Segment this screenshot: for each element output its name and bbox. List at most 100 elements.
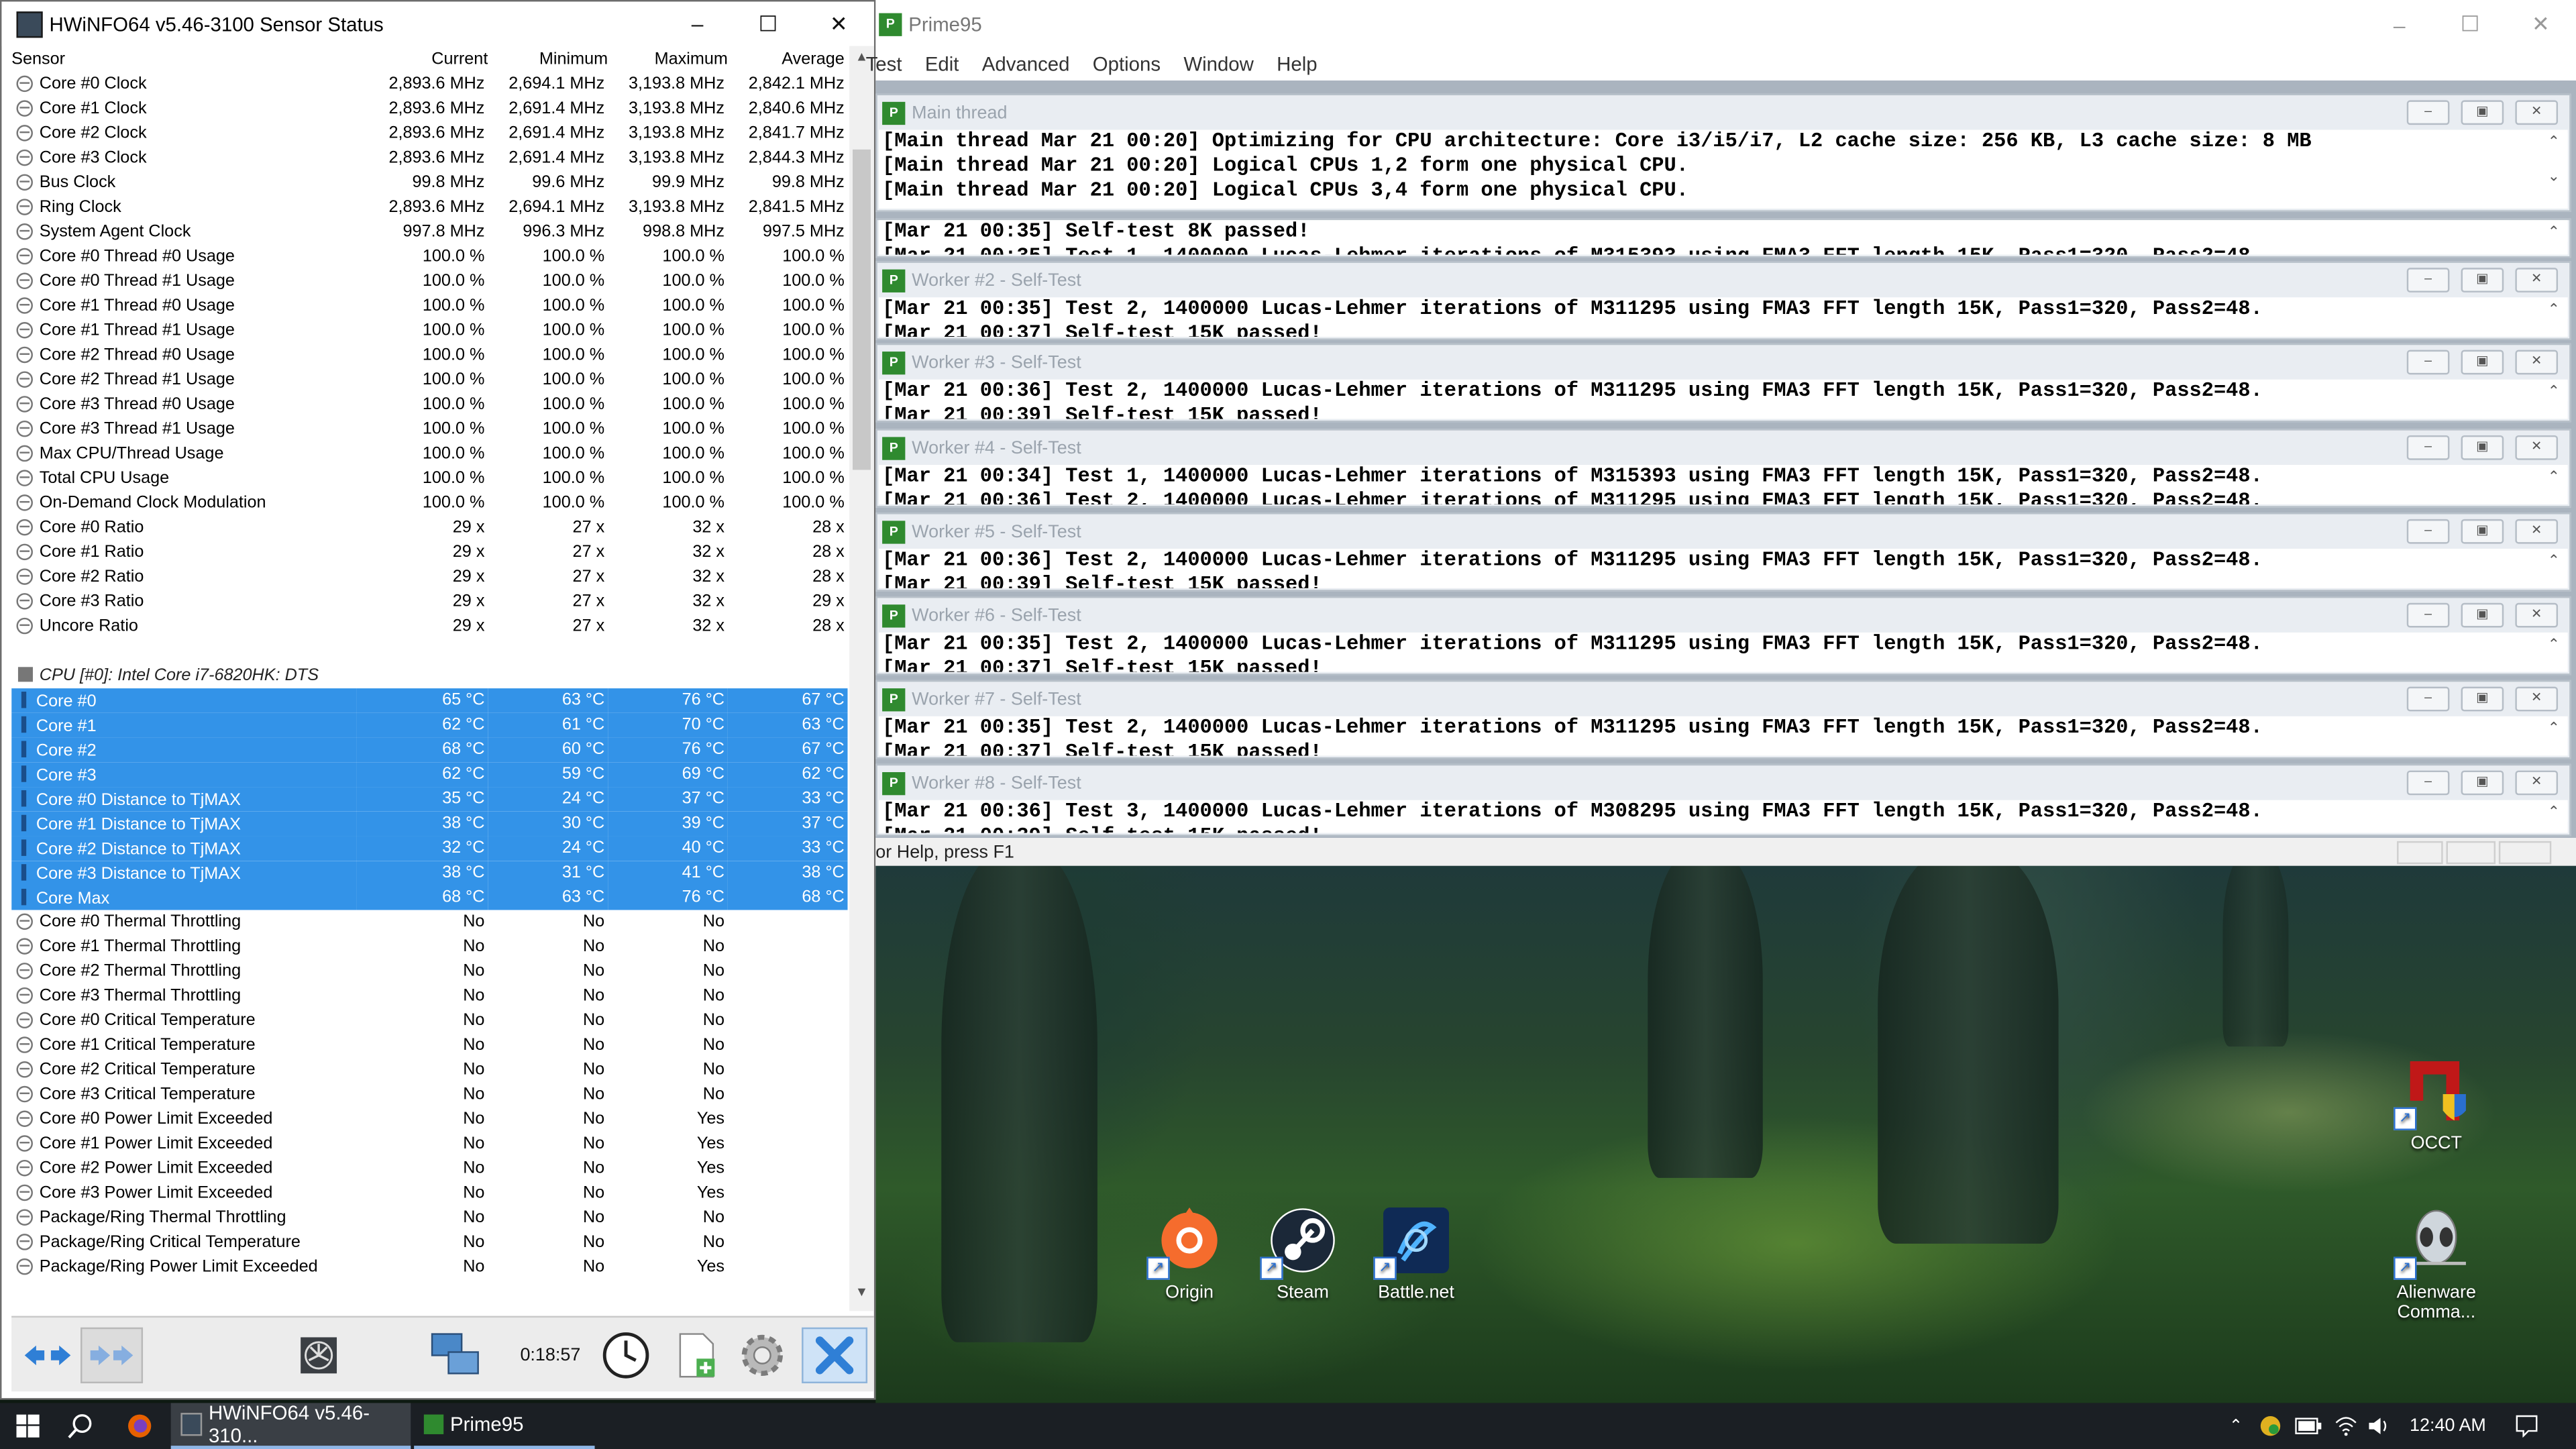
sensor-row[interactable]: Package/Ring Critical Temperature No No No bbox=[11, 1230, 848, 1255]
sensor-row[interactable]: Core #1 Thermal Throttling No No No bbox=[11, 934, 848, 959]
close-icon[interactable]: ✕ bbox=[2515, 100, 2559, 125]
sensor-row[interactable]: Core #2 Ratio 29 x 27 x 32 x 28 x bbox=[11, 565, 848, 590]
scroll-arrows-icon[interactable]: ⌃ bbox=[2540, 301, 2568, 319]
log-output[interactable]: [Main thread Mar 21 00:20] Optimizing fo… bbox=[879, 129, 2568, 209]
scroll-arrows-icon[interactable]: ⌃ bbox=[2540, 719, 2568, 738]
column-header[interactable]: Minimum bbox=[488, 46, 608, 72]
maximize-icon[interactable]: ☐ bbox=[2434, 3, 2505, 47]
minimize-icon[interactable]: – bbox=[2406, 770, 2450, 796]
close-icon[interactable]: ✕ bbox=[804, 1, 874, 46]
fan-icon[interactable] bbox=[290, 1328, 346, 1383]
sensor-row[interactable]: Core #0 Ratio 29 x 27 x 32 x 28 x bbox=[11, 516, 848, 541]
worker-window[interactable]: [Mar 21 00:35] Self-test 8K passed![Mar … bbox=[875, 218, 2571, 258]
minimize-icon[interactable]: – bbox=[2406, 602, 2450, 628]
maximize-icon[interactable]: ▣ bbox=[2461, 268, 2504, 292]
maximize-icon[interactable]: ▣ bbox=[2461, 686, 2504, 712]
close-icon[interactable]: ✕ bbox=[2515, 770, 2559, 796]
sensor-row[interactable]: Core #1 Power Limit Exceeded No No Yes bbox=[11, 1132, 848, 1157]
menu-test[interactable]: Test bbox=[866, 52, 902, 75]
sensor-row[interactable]: Core #2 Critical Temperature No No No bbox=[11, 1058, 848, 1083]
desktop-icon-battlenet[interactable]: ↗ Battle.net bbox=[1350, 1204, 1482, 1303]
mdi-titlebar[interactable]: P Main thread – ▣ ✕ bbox=[877, 95, 2569, 129]
log-output[interactable]: [Mar 21 00:35] Test 2, 1400000 Lucas-Leh… bbox=[879, 632, 2568, 672]
sensor-row[interactable]: Core #0 65 °C 63 °C 76 °C 67 °C bbox=[11, 688, 848, 713]
mdi-titlebar[interactable]: P Worker #6 - Self-Test – ▣ ✕ bbox=[877, 598, 2569, 632]
scroll-down-icon[interactable]: ▼ bbox=[849, 1285, 874, 1307]
scroll-arrows-icon[interactable]: ⌃ bbox=[2540, 382, 2568, 401]
desktop-icon-alienware[interactable]: ↗ Alienware Comma... bbox=[2371, 1204, 2502, 1322]
firefox-icon[interactable] bbox=[121, 1403, 158, 1449]
sensor-row[interactable]: Core #0 Thread #0 Usage 100.0 % 100.0 % 100… bbox=[11, 245, 848, 270]
sensor-row[interactable]: Core #2 68 °C 60 °C 76 °C 67 °C bbox=[11, 737, 848, 763]
close-icon[interactable]: ✕ bbox=[2515, 268, 2559, 292]
log-output[interactable]: [Mar 21 00:36] Test 2, 1400000 Lucas-Leh… bbox=[879, 548, 2568, 588]
scroll-arrows-icon[interactable]: ⌃ bbox=[2540, 223, 2568, 242]
worker-window[interactable]: P Worker #6 - Self-Test – ▣ ✕ [Mar 21 00:35] … bbox=[875, 596, 2571, 676]
settings-icon[interactable] bbox=[735, 1328, 790, 1383]
sensor-row[interactable]: Core #2 Thread #0 Usage 100.0 % 100.0 % 100… bbox=[11, 343, 848, 368]
sensor-row[interactable]: Core #0 Distance to TjMAX 35 °C 24 °C 37 °C… bbox=[11, 787, 848, 812]
sensor-row[interactable]: Core #1 62 °C 61 °C 70 °C 63 °C bbox=[11, 712, 848, 738]
volume-icon[interactable] bbox=[2366, 1403, 2392, 1449]
menu-help[interactable]: Help bbox=[1277, 52, 1317, 75]
sensor-row[interactable]: On-Demand Clock Modulation 100.0 % 100.0 %… bbox=[11, 491, 848, 516]
scroll-arrows-icon[interactable]: ⌃ bbox=[2540, 635, 2568, 654]
close-icon[interactable]: ✕ bbox=[2506, 3, 2576, 47]
scroll-arrows-icon[interactable]: ⌃ bbox=[2540, 468, 2568, 486]
sensor-row[interactable]: Core #2 Thermal Throttling No No No bbox=[11, 959, 848, 984]
network-icon[interactable] bbox=[422, 1328, 488, 1383]
mdi-titlebar[interactable]: P Worker #7 - Self-Test – ▣ ✕ bbox=[877, 682, 2569, 716]
battery-icon[interactable] bbox=[2294, 1403, 2323, 1449]
sensor-row[interactable]: Core #0 Critical Temperature No No No bbox=[11, 1009, 848, 1034]
sensor-row[interactable]: Core Max 68 °C 63 °C 76 °C 68 °C bbox=[11, 885, 848, 910]
log-output[interactable]: [Mar 21 00:34] Test 1, 1400000 Lucas-Leh… bbox=[879, 465, 2568, 504]
sensor-row[interactable]: Core #3 Thread #1 Usage 100.0 % 100.0 % 100… bbox=[11, 417, 848, 442]
maximize-icon[interactable]: ▣ bbox=[2461, 519, 2504, 544]
minimize-icon[interactable]: – bbox=[2406, 268, 2450, 292]
column-header[interactable]: Sensor bbox=[11, 46, 356, 72]
log-output[interactable]: [Mar 21 00:35] Self-test 8K passed![Mar … bbox=[879, 220, 2568, 255]
maximize-icon[interactable]: ▣ bbox=[2461, 602, 2504, 628]
hwinfo-titlebar[interactable]: HWiNFO64 v5.46-3100 Sensor Status – ☐ ✕ bbox=[1, 1, 874, 46]
menu-window[interactable]: Window bbox=[1183, 52, 1254, 75]
log-output[interactable]: [Mar 21 00:36] Test 2, 1400000 Lucas-Leh… bbox=[879, 379, 2568, 419]
sensor-row[interactable]: Core #2 Thread #1 Usage 100.0 % 100.0 % 100… bbox=[11, 368, 848, 393]
mdi-titlebar[interactable]: P Worker #2 - Self-Test – ▣ ✕ bbox=[877, 263, 2569, 297]
column-header[interactable]: Maximum bbox=[608, 46, 728, 72]
close-icon[interactable]: ✕ bbox=[2515, 519, 2559, 544]
worker-window[interactable]: P Worker #7 - Self-Test – ▣ ✕ [Mar 21 00:35] … bbox=[875, 680, 2571, 759]
worker-window[interactable]: P Worker #2 - Self-Test – ▣ ✕ [Mar 21 00:35] … bbox=[875, 261, 2571, 340]
sensor-row[interactable]: Core #0 Thread #1 Usage 100.0 % 100.0 % 100… bbox=[11, 270, 848, 294]
log-output[interactable]: [Mar 21 00:35] Test 2, 1400000 Lucas-Leh… bbox=[879, 297, 2568, 337]
scroll-arrows-icon[interactable]: ⌃ bbox=[2540, 803, 2568, 822]
worker-window[interactable]: P Worker #3 - Self-Test – ▣ ✕ [Mar 21 00:36] … bbox=[875, 343, 2571, 423]
sensor-row[interactable]: Core #0 Thermal Throttling No No No bbox=[11, 910, 848, 935]
sensor-row[interactable]: Core #1 Thread #0 Usage 100.0 % 100.0 % 100… bbox=[11, 294, 848, 319]
sensor-row[interactable]: Core #1 Thread #1 Usage 100.0 % 100.0 % 100… bbox=[11, 319, 848, 343]
scroll-arrows-icon[interactable]: ⌃ bbox=[2540, 551, 2568, 570]
desktop-icon-origin[interactable]: ↗ Origin bbox=[1124, 1204, 1255, 1303]
wifi-icon[interactable] bbox=[2333, 1403, 2359, 1449]
worker-window[interactable]: P Worker #8 - Self-Test – ▣ ✕ [Mar 21 00:36] … bbox=[875, 763, 2571, 837]
sensor-row[interactable]: Core #1 Distance to TjMAX 38 °C 30 °C 39 °C… bbox=[11, 811, 848, 837]
sensor-row[interactable]: Total CPU Usage 100.0 % 100.0 % 100.0 % 100.… bbox=[11, 467, 848, 492]
mdi-titlebar[interactable]: P Worker #5 - Self-Test – ▣ ✕ bbox=[877, 515, 2569, 549]
sensor-row[interactable]: Core #3 Power Limit Exceeded No No Yes bbox=[11, 1181, 848, 1206]
sensor-row[interactable]: Core #2 Clock 2,893.6 MHz 2,691.4 MHz 3,193… bbox=[11, 121, 848, 146]
mdi-titlebar[interactable]: P Worker #8 - Self-Test – ▣ ✕ bbox=[877, 765, 2569, 800]
taskbar-app-hwinfo[interactable]: HWiNFO64 v5.46-310... bbox=[170, 1401, 411, 1449]
sensor-row[interactable]: Core #3 Clock 2,893.6 MHz 2,691.4 MHz 3,193… bbox=[11, 146, 848, 171]
close-sensors-icon[interactable] bbox=[802, 1327, 868, 1384]
sensor-group-row[interactable]: CPU [#0]: Intel Core i7-6820HK: DTS bbox=[11, 663, 848, 688]
sensor-row[interactable]: Bus Clock 99.8 MHz 99.6 MHz 99.9 MHz 99.8 MH… bbox=[11, 171, 848, 196]
log-output[interactable]: [Mar 21 00:35] Test 2, 1400000 Lucas-Leh… bbox=[879, 716, 2568, 756]
worker-window[interactable]: P Worker #4 - Self-Test – ▣ ✕ [Mar 21 00:34] … bbox=[875, 429, 2571, 508]
notification-icon[interactable] bbox=[2510, 1403, 2543, 1449]
chevron-up-icon[interactable]: ⌃ bbox=[2224, 1403, 2247, 1449]
minimize-icon[interactable]: – bbox=[2406, 519, 2450, 544]
collapse-arrows-icon[interactable] bbox=[80, 1327, 144, 1384]
sensor-row[interactable]: Core #2 Power Limit Exceeded No No Yes bbox=[11, 1157, 848, 1181]
sensor-row[interactable]: System Agent Clock 997.8 MHz 996.3 MHz 998.… bbox=[11, 220, 848, 245]
menu-edit[interactable]: Edit bbox=[925, 52, 959, 75]
sensor-row[interactable]: Core #0 Power Limit Exceeded No No Yes bbox=[11, 1108, 848, 1132]
